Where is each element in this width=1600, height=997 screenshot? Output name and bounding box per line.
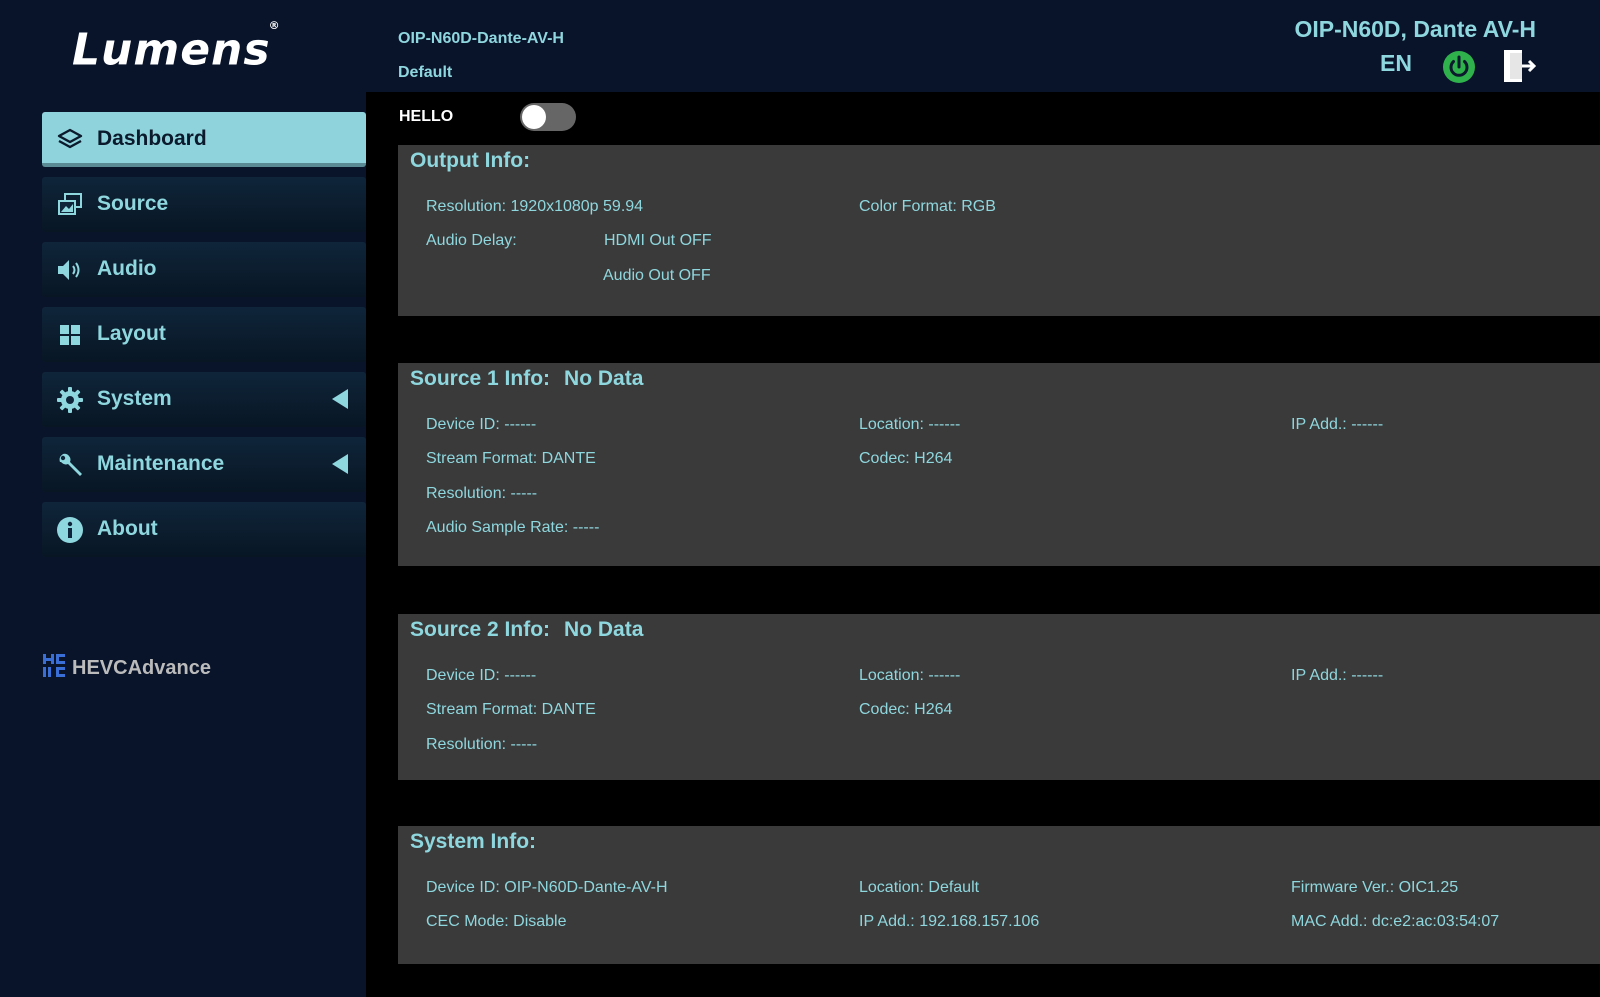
source-device-id: Device ID: ------: [426, 667, 537, 684]
system-location: Location: Default: [859, 879, 980, 896]
source-location: Location: ------: [859, 667, 961, 684]
gear-icon: [57, 387, 83, 413]
system-device-id: Device ID: OIP-N60D-Dante-AV-H: [426, 879, 668, 896]
grid-icon: [60, 325, 80, 345]
sidebar-item-label: Source: [97, 192, 169, 215]
sidebar-item-label: System: [97, 387, 172, 410]
logo-text: Lumens: [72, 24, 271, 76]
sidebar-item-label: Dashboard: [97, 127, 207, 150]
source-ip: IP Add.: ------: [1291, 667, 1384, 684]
source-sample-rate: Audio Sample Rate: -----: [426, 519, 600, 536]
sidebar-item-label: About: [97, 517, 158, 540]
sidebar-item-system[interactable]: System: [42, 372, 366, 427]
model-title: OIP-N60D, Dante AV-H: [1294, 16, 1536, 42]
toggle-knob: [522, 105, 546, 129]
source1-info-panel: Source 1 Info: No Data Device ID: ------ …: [398, 363, 1600, 566]
header: OIP-N60D-Dante-AV-H Default OIP-N60D, Da…: [366, 0, 1600, 92]
panel-title-text: Source 1 Info:: [410, 367, 551, 390]
panel-title: Source 2 Info: No Data: [410, 618, 643, 642]
speaker-icon: [58, 260, 80, 280]
cec-mode: CEC Mode: Disable: [426, 913, 567, 930]
sidebar-item-source[interactable]: Source: [42, 177, 366, 232]
sidebar-item-layout[interactable]: Layout: [42, 307, 366, 362]
sidebar-item-about[interactable]: About: [42, 502, 366, 557]
logout-icon[interactable]: [1502, 48, 1536, 84]
source-ip: IP Add.: ------: [1291, 416, 1384, 433]
sidebar: Lumens® Dashboard Source Audio Layout Sy…: [0, 0, 366, 997]
source-codec: Codec: H264: [859, 701, 953, 718]
panel-title: Source 1 Info: No Data: [410, 367, 643, 391]
lumens-logo: Lumens®: [72, 18, 283, 79]
sidebar-item-maintenance[interactable]: Maintenance: [42, 437, 366, 492]
source-status: No Data: [564, 618, 644, 641]
layers-icon: [57, 128, 83, 149]
panel-title-text: Source 2 Info:: [410, 618, 551, 641]
source-status: No Data: [564, 367, 644, 390]
hdmi-out-status: HDMI Out OFF: [604, 232, 712, 249]
audio-delay-label: Audio Delay:: [426, 232, 517, 249]
hello-toggle[interactable]: [520, 103, 576, 131]
hevc-advance-logo: HEVCAdvance™: [43, 654, 212, 679]
source-device-id: Device ID: ------: [426, 416, 537, 433]
hello-label: HELLO: [399, 108, 454, 125]
system-ip: IP Add.: 192.168.157.106: [859, 913, 1040, 930]
source-stream-format: Stream Format: DANTE: [426, 701, 596, 718]
source-icon: [58, 193, 82, 215]
sidebar-item-label: Layout: [97, 322, 166, 345]
sidebar-item-label: Maintenance: [97, 452, 225, 475]
source-resolution: Resolution: -----: [426, 485, 538, 502]
source-location: Location: ------: [859, 416, 961, 433]
sidebar-item-dashboard[interactable]: Dashboard: [42, 112, 366, 167]
panel-title: Output Info:: [410, 149, 531, 172]
power-icon[interactable]: [1442, 50, 1476, 84]
panel-title: System Info:: [410, 830, 537, 853]
device-location: Default: [398, 64, 453, 81]
expand-arrow-icon: [332, 389, 348, 409]
output-color-format: Color Format: RGB: [859, 198, 996, 215]
sidebar-item-audio[interactable]: Audio: [42, 242, 366, 297]
audio-out-status: Audio Out OFF: [603, 267, 711, 284]
language-button[interactable]: EN: [1380, 50, 1412, 77]
sidebar-item-label: Audio: [97, 257, 157, 280]
registered-mark: ®: [268, 19, 281, 32]
source2-info-panel: Source 2 Info: No Data Device ID: ------ …: [398, 614, 1600, 780]
wrench-icon: [59, 453, 82, 476]
firmware-version: Firmware Ver.: OIC1.25: [1291, 879, 1459, 896]
device-name: OIP-N60D-Dante-AV-H: [398, 30, 564, 47]
output-info-panel: Output Info: Resolution: 1920x1080p 59.9…: [398, 145, 1600, 316]
source-stream-format: Stream Format: DANTE: [426, 450, 596, 467]
hevc-logo-text: HEVCAdvance™: [72, 657, 212, 679]
source-resolution: Resolution: -----: [426, 736, 538, 753]
output-resolution: Resolution: 1920x1080p 59.94: [426, 198, 644, 215]
source-codec: Codec: H264: [859, 450, 953, 467]
expand-arrow-icon: [332, 454, 348, 474]
system-info-panel: System Info: Device ID: OIP-N60D-Dante-A…: [398, 826, 1600, 964]
info-icon: [57, 517, 83, 543]
mac-address: MAC Add.: dc:e2:ac:03:54:07: [1291, 913, 1500, 930]
